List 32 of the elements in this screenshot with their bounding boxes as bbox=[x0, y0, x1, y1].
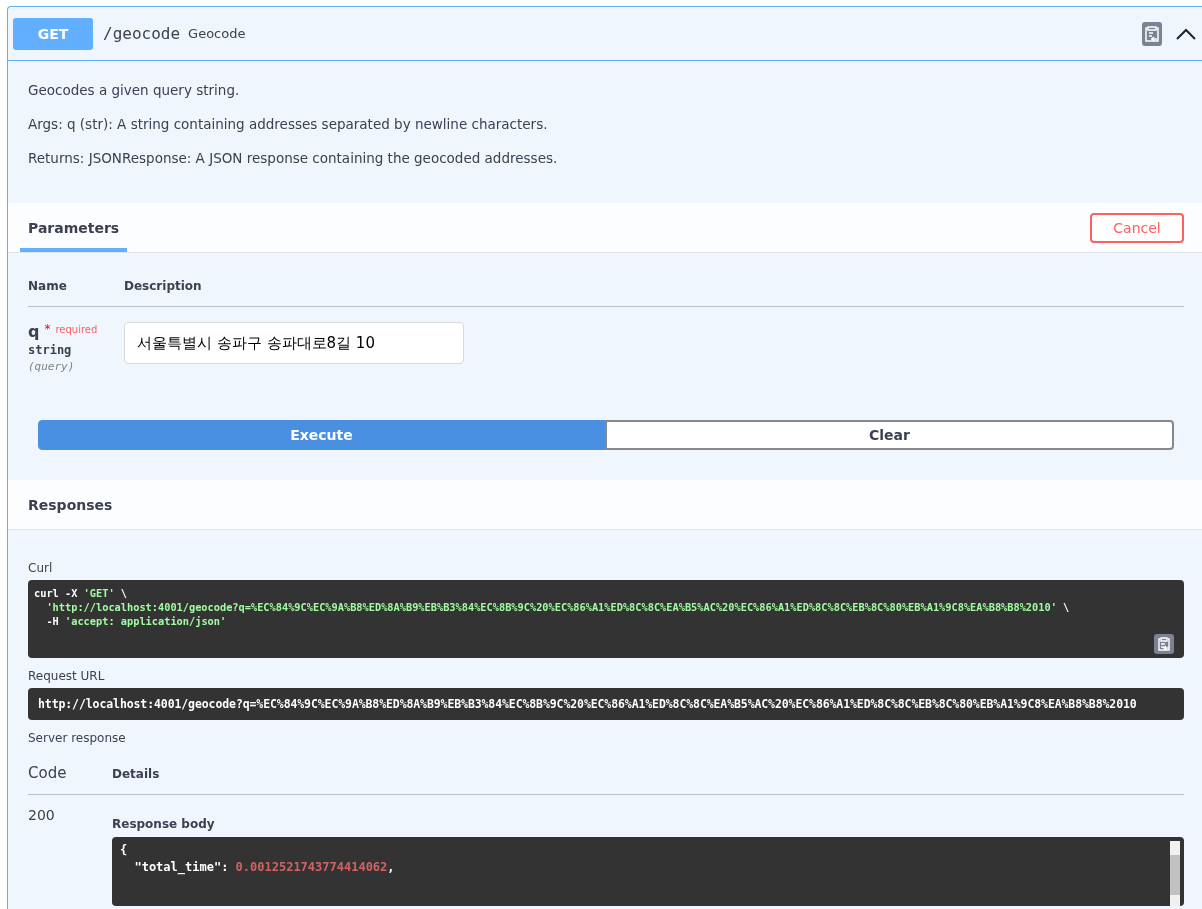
request-url-label: Request URL bbox=[28, 669, 106, 683]
scrollbar[interactable] bbox=[1170, 841, 1180, 906]
parameter-name: q bbox=[28, 322, 40, 341]
description-text: Returns: JSONResponse: A JSON response containing the geocoded addresses. bbox=[28, 149, 559, 167]
column-header: Name bbox=[28, 279, 68, 293]
parameter-type: string bbox=[28, 343, 73, 357]
description-text: Geocodes a given query string. bbox=[28, 81, 241, 99]
response-body-label: Response body bbox=[112, 817, 216, 831]
response-body-code-block: { "total_time": 0.0012521743774414062, bbox=[112, 837, 1184, 906]
endpoint-summary: Geocode bbox=[188, 26, 246, 41]
endpoint-path: /geocode bbox=[103, 24, 181, 43]
request-url-value: http://localhost:4001/geocode?q=%EC%84%9C%EC%9A%B8%ED%8A%B9%EB%B3%84%EC%8B%9C%20%EC%86%A1%ED%8C%8C%EA%B5%AC%20%EC%86%A1%ED%8C%8C%EB%8C%80%EB%A1%9C8%EA%B8%B8%2010 bbox=[28, 688, 1184, 720]
required-label: required bbox=[55, 324, 98, 335]
parameters-tab[interactable]: Parameters bbox=[20, 204, 128, 252]
curl-label: Curl bbox=[28, 561, 54, 575]
parameter-location: (query) bbox=[28, 360, 76, 373]
clear-button[interactable]: Clear bbox=[605, 420, 1174, 450]
clipboard-icon[interactable] bbox=[1154, 634, 1174, 654]
query-input-field[interactable]: 서울특별시 송파구 송파대로8길 10 bbox=[124, 322, 464, 364]
status-code: 200 bbox=[28, 807, 56, 825]
code-line: curl -X 'GET' \ bbox=[34, 586, 128, 600]
collapse-chevron-icon[interactable] bbox=[1176, 27, 1196, 40]
code-line: -H 'accept: application/json' bbox=[45, 614, 228, 628]
required-mark: * bbox=[44, 322, 51, 336]
responses-heading: Responses bbox=[27, 496, 113, 513]
column-header: Description bbox=[124, 279, 202, 293]
code-line: 'http://localhost:4001/geocode?q=%EC%84%9C%EC%9A%B8%ED%8A%B9%EB%B3%84%EC%8B%9C%20%EC%86%A1%ED%8C%8C%EA%B5%AC%20%EC%86%A1%ED%8C%8C%EB%8C%80%EB%A1%9C8%EA%B8%B8%2010' \ bbox=[45, 600, 1071, 614]
server-response-label: Server response bbox=[28, 731, 127, 745]
column-header: Code bbox=[28, 764, 68, 782]
column-header: Details bbox=[112, 767, 160, 781]
description-text: Args: q (str): A string containing addresses separated by newline characters. bbox=[28, 115, 549, 133]
clipboard-icon[interactable] bbox=[1142, 21, 1162, 46]
